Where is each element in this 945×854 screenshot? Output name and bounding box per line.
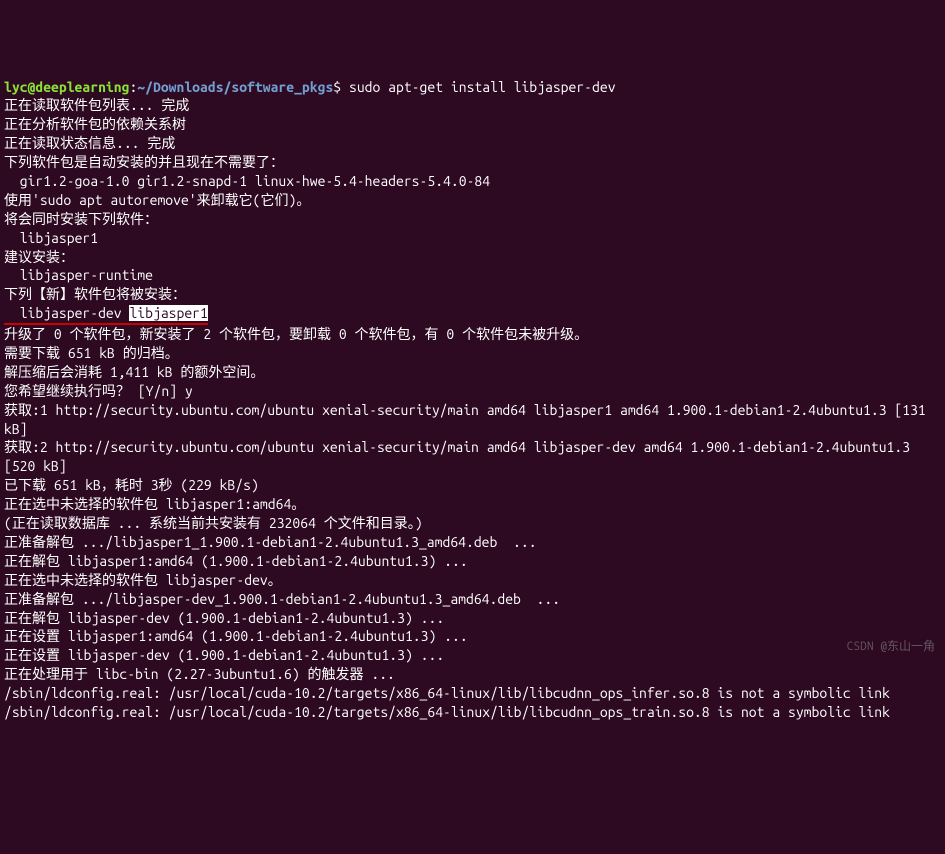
output-line: 建议安装：: [4, 248, 941, 267]
output-line: libjasper1: [4, 229, 941, 248]
output-line: 正在解包 libjasper-dev (1.900.1-debian1-2.4u…: [4, 609, 941, 628]
output-line: 正在解包 libjasper1:amd64 (1.900.1-debian1-2…: [4, 552, 941, 571]
output-line: 正在选中未选择的软件包 libjasper1:amd64。: [4, 495, 941, 514]
output-line: 您希望继续执行吗？ [Y/n] y: [4, 382, 941, 401]
command-text: sudo apt-get install libjasper-dev: [341, 79, 615, 95]
output-line: gir1.2-goa-1.0 gir1.2-snapd-1 linux-hwe-…: [4, 172, 941, 191]
output-line: libjasper-dev libjasper1: [4, 304, 941, 325]
output-line: 将会同时安装下列软件：: [4, 210, 941, 229]
output-line: 正在读取软件包列表... 完成: [4, 96, 941, 115]
output-line: 正在分析软件包的依赖关系树: [4, 115, 941, 134]
highlighted-package: libjasper1: [129, 305, 207, 321]
output-line: 正在处理用于 libc-bin (2.27-3ubuntu1.6) 的触发器 .…: [4, 665, 941, 684]
output-line: 使用'sudo apt autoremove'来卸载它(它们)。: [4, 191, 941, 210]
prompt-path: ~/Downloads/software_pkgs: [137, 79, 333, 95]
output-line: 已下载 651 kB，耗时 3秒 (229 kB/s): [4, 476, 941, 495]
output-line: 下列软件包是自动安装的并且现在不需要了：: [4, 153, 941, 172]
package-dev: libjasper-dev: [4, 305, 129, 321]
output-line: 正在选中未选择的软件包 libjasper-dev。: [4, 571, 941, 590]
terminal-output[interactable]: lyc@deeplearning:~/Downloads/software_pk…: [4, 78, 941, 722]
output-line: 正在设置 libjasper1:amd64 (1.900.1-debian1-2…: [4, 627, 941, 646]
output-line: 下列【新】软件包将被安装：: [4, 285, 941, 304]
output-line: 正在设置 libjasper-dev (1.900.1-debian1-2.4u…: [4, 646, 941, 665]
output-line: 获取:1 http://security.ubuntu.com/ubuntu x…: [4, 401, 941, 439]
output-line: 正在读取状态信息... 完成: [4, 134, 941, 153]
output-line: 解压缩后会消耗 1,411 kB 的额外空间。: [4, 363, 941, 382]
watermark: CSDN @东山一角: [847, 639, 935, 655]
output-line: 正准备解包 .../libjasper1_1.900.1-debian1-2.4…: [4, 533, 941, 552]
output-line: /sbin/ldconfig.real: /usr/local/cuda-10.…: [4, 703, 941, 722]
prompt-user-host: lyc@deeplearning: [4, 79, 129, 95]
output-line: (正在读取数据库 ... 系统当前共安装有 232064 个文件和目录。): [4, 514, 941, 533]
output-line: 需要下载 651 kB 的归档。: [4, 344, 941, 363]
output-line: /sbin/ldconfig.real: /usr/local/cuda-10.…: [4, 684, 941, 703]
prompt-dollar: $: [333, 79, 341, 95]
output-line: 获取:2 http://security.ubuntu.com/ubuntu x…: [4, 438, 941, 476]
prompt-line: lyc@deeplearning:~/Downloads/software_pk…: [4, 78, 941, 97]
output-line: 升级了 0 个软件包，新安装了 2 个软件包，要卸载 0 个软件包，有 0 个软…: [4, 325, 941, 344]
underlined-package: libjasper-dev libjasper1: [4, 304, 208, 325]
output-line: libjasper-runtime: [4, 266, 941, 285]
output-line: 正准备解包 .../libjasper-dev_1.900.1-debian1-…: [4, 590, 941, 609]
